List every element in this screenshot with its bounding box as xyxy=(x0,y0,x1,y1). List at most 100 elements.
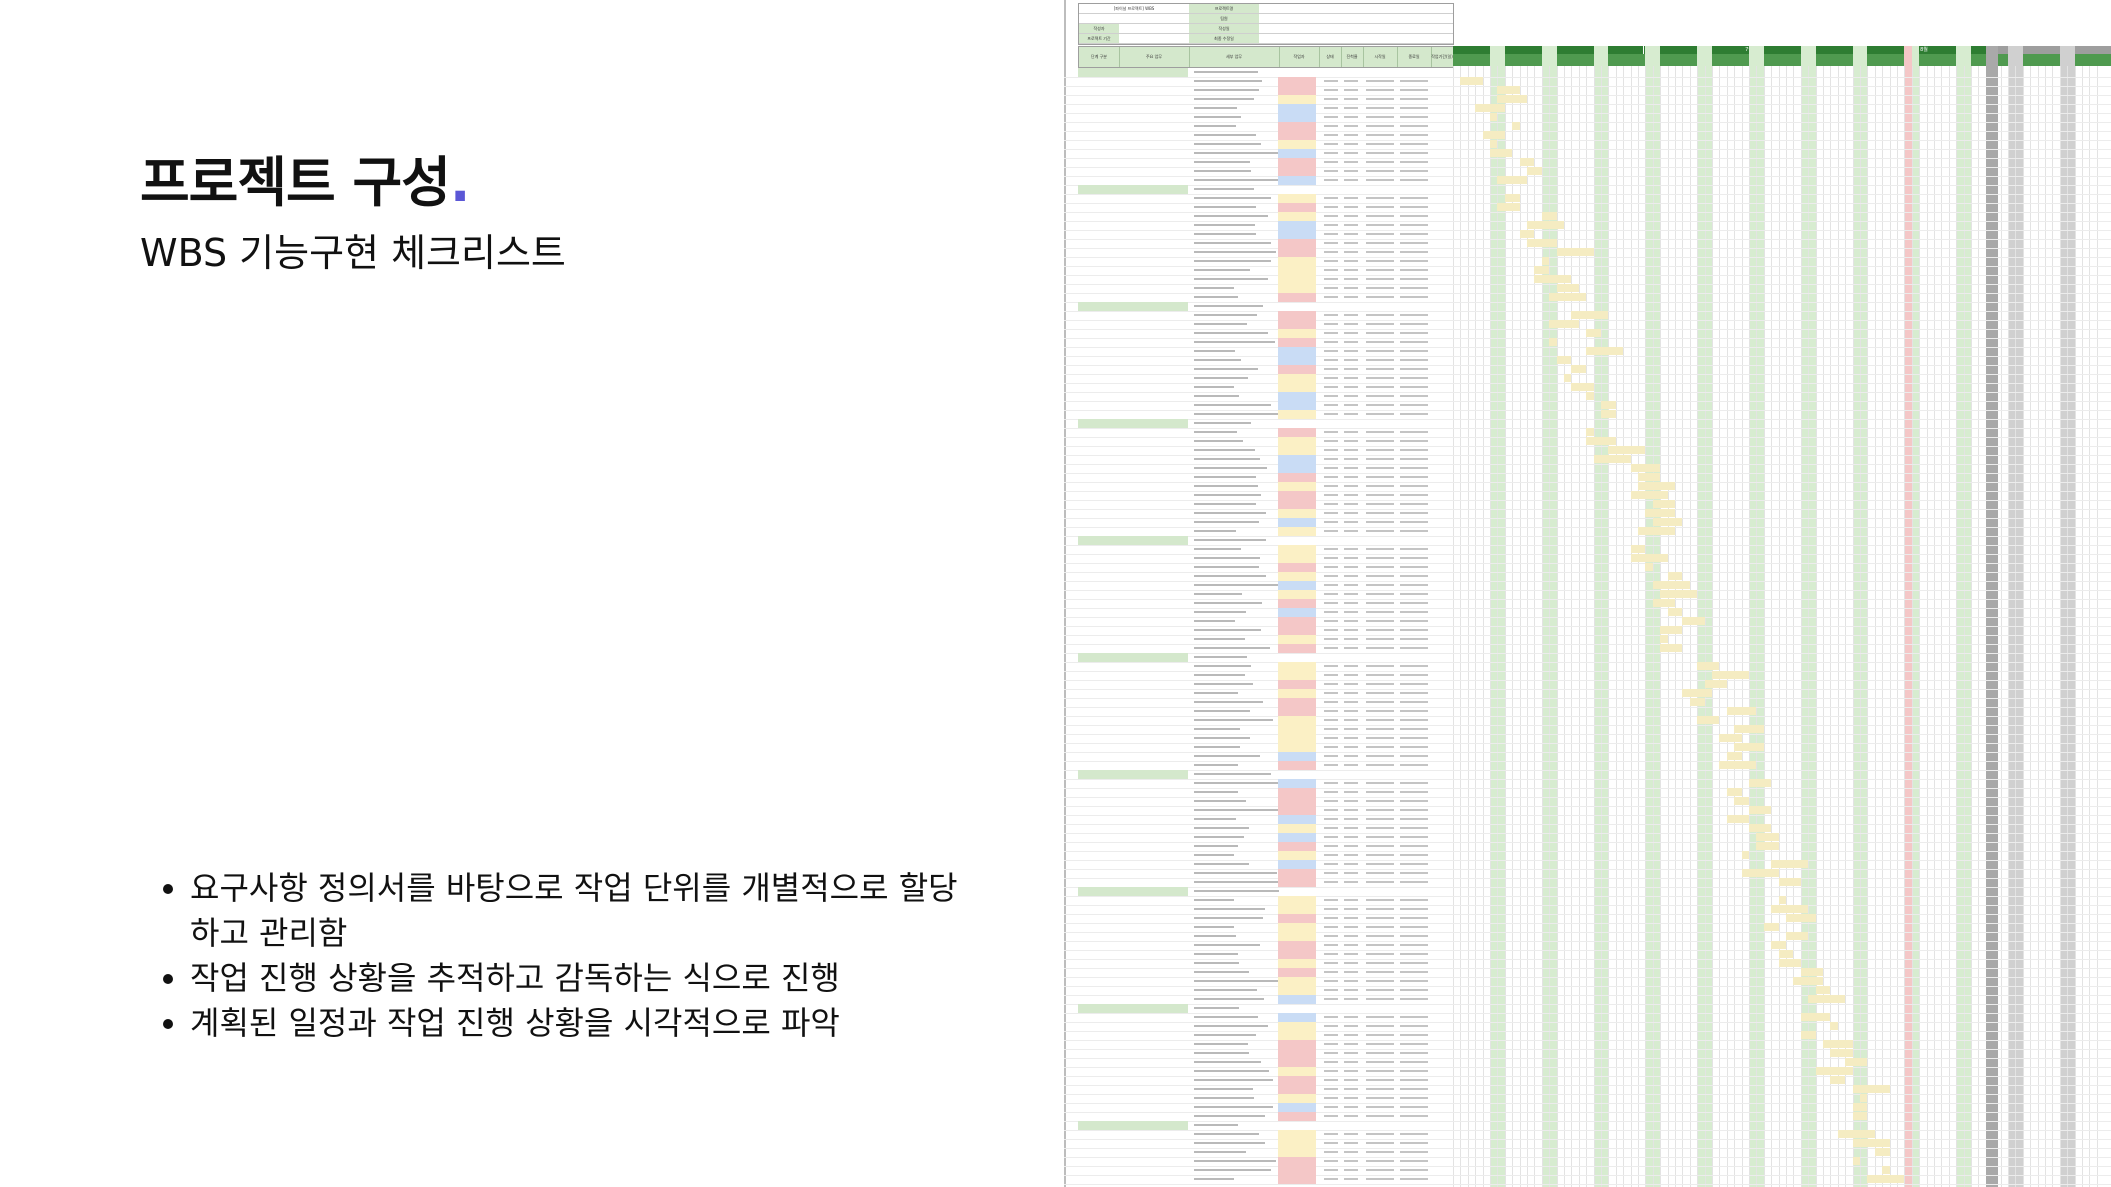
start-date-placeholder xyxy=(1366,476,1394,478)
start-date-placeholder xyxy=(1366,296,1394,298)
end-date-placeholder xyxy=(1400,1142,1428,1144)
worker-tag xyxy=(1278,221,1316,230)
start-date-placeholder xyxy=(1366,395,1394,397)
gantt-bar xyxy=(1852,1103,1868,1111)
end-date-placeholder xyxy=(1400,269,1428,271)
start-date-placeholder xyxy=(1366,251,1394,253)
start-date-placeholder xyxy=(1366,728,1394,730)
task-text-placeholder xyxy=(1194,539,1266,541)
status-placeholder xyxy=(1324,638,1338,640)
end-date-placeholder xyxy=(1400,854,1428,856)
gantt-bar xyxy=(1852,1085,1890,1093)
task-text-placeholder xyxy=(1194,188,1254,190)
start-date-placeholder xyxy=(1366,917,1394,919)
progress-placeholder xyxy=(1344,269,1358,271)
task-text-placeholder xyxy=(1194,665,1251,667)
gantt-bar xyxy=(1712,671,1749,679)
task-text-placeholder xyxy=(1194,1061,1261,1063)
status-placeholder xyxy=(1324,1088,1338,1090)
worker-tag xyxy=(1278,293,1316,302)
task-text-placeholder xyxy=(1194,845,1238,847)
gantt-bar xyxy=(1874,1148,1890,1156)
start-date-placeholder xyxy=(1366,629,1394,631)
worker-tag xyxy=(1278,446,1316,455)
gantt-bar xyxy=(1534,275,1572,283)
section-cell xyxy=(1078,1004,1188,1013)
header-cell: 시작일 xyxy=(1363,47,1398,67)
task-text-placeholder xyxy=(1194,1088,1253,1090)
status-placeholder xyxy=(1324,908,1338,910)
gantt-bar xyxy=(1497,203,1520,211)
start-date-placeholder xyxy=(1366,692,1394,694)
start-date-placeholder xyxy=(1366,818,1394,820)
status-placeholder xyxy=(1324,449,1338,451)
start-date-placeholder xyxy=(1366,1133,1394,1135)
worker-tag xyxy=(1278,140,1316,149)
end-date-placeholder xyxy=(1400,413,1428,415)
task-text-placeholder xyxy=(1194,215,1268,217)
progress-placeholder xyxy=(1344,458,1358,460)
header-cell: 상태 xyxy=(1319,47,1342,67)
status-placeholder xyxy=(1324,701,1338,703)
section-cell xyxy=(1078,185,1188,194)
progress-placeholder xyxy=(1344,638,1358,640)
end-date-placeholder xyxy=(1400,548,1428,550)
start-date-placeholder xyxy=(1366,224,1394,226)
start-date-placeholder xyxy=(1366,998,1394,1000)
task-text-placeholder xyxy=(1194,260,1271,262)
task-text-placeholder xyxy=(1194,602,1262,604)
section-cell xyxy=(1078,770,1188,779)
status-placeholder xyxy=(1324,377,1338,379)
start-date-placeholder xyxy=(1366,530,1394,532)
worker-tag xyxy=(1278,1139,1316,1148)
status-placeholder xyxy=(1324,899,1338,901)
task-text-placeholder xyxy=(1194,1133,1259,1135)
worker-tag xyxy=(1278,824,1316,833)
progress-placeholder xyxy=(1344,485,1358,487)
end-date-placeholder xyxy=(1400,1088,1428,1090)
gantt-bar xyxy=(1527,239,1557,247)
start-date-placeholder xyxy=(1366,746,1394,748)
end-date-placeholder xyxy=(1400,998,1428,1000)
start-date-placeholder xyxy=(1366,386,1394,388)
status-placeholder xyxy=(1324,116,1338,118)
start-date-placeholder xyxy=(1366,1025,1394,1027)
worker-tag xyxy=(1278,113,1316,122)
progress-placeholder xyxy=(1344,1088,1358,1090)
end-date-placeholder xyxy=(1400,224,1428,226)
progress-placeholder xyxy=(1344,1133,1358,1135)
start-date-placeholder xyxy=(1366,314,1394,316)
start-date-placeholder xyxy=(1366,1079,1394,1081)
progress-placeholder xyxy=(1344,620,1358,622)
status-placeholder xyxy=(1324,215,1338,217)
end-date-placeholder xyxy=(1400,746,1428,748)
start-date-placeholder xyxy=(1366,242,1394,244)
progress-placeholder xyxy=(1344,692,1358,694)
gantt-bar xyxy=(1519,158,1535,166)
start-date-placeholder xyxy=(1366,80,1394,82)
status-placeholder xyxy=(1324,1043,1338,1045)
worker-tag xyxy=(1278,743,1316,752)
task-text-placeholder xyxy=(1194,557,1260,559)
gantt-bar xyxy=(1867,1175,1905,1183)
worker-tag xyxy=(1278,752,1316,761)
task-text-placeholder xyxy=(1194,593,1242,595)
wbs-spreadsheet-screenshot: [파이널 프로젝트] WBS 프로젝트명 팀원 작성자 작성일 프로젝트 기간 … xyxy=(1064,0,2111,1187)
progress-placeholder xyxy=(1344,1169,1358,1171)
gantt-bar xyxy=(1815,986,1831,994)
start-date-placeholder xyxy=(1366,449,1394,451)
end-date-placeholder xyxy=(1400,1178,1428,1180)
task-text-placeholder xyxy=(1194,413,1280,415)
task-row xyxy=(1064,1175,2111,1185)
status-placeholder xyxy=(1324,269,1338,271)
gantt-bar xyxy=(1800,1031,1816,1039)
gantt-bar xyxy=(1586,392,1594,400)
end-date-placeholder xyxy=(1400,386,1428,388)
worker-tag xyxy=(1278,626,1316,635)
worker-tag xyxy=(1278,149,1316,158)
worker-tag xyxy=(1278,689,1316,698)
progress-placeholder xyxy=(1344,980,1358,982)
worker-tag xyxy=(1278,761,1316,770)
worker-tag xyxy=(1278,644,1316,653)
worker-tag xyxy=(1278,554,1316,563)
